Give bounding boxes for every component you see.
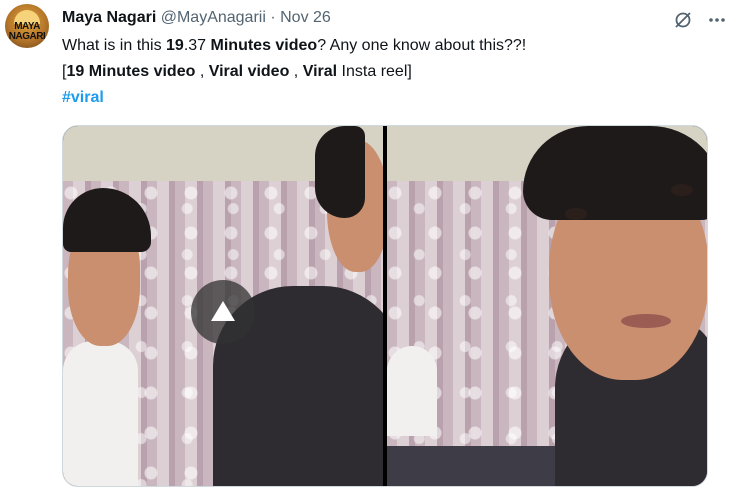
tweet-header: Maya Nagari @MayAnagarii · Nov 26 xyxy=(62,8,331,28)
person-eye-right xyxy=(671,184,693,196)
text-segment: Insta reel] xyxy=(337,63,412,80)
tweet-text-line3: #viral xyxy=(62,86,104,110)
text-bold-segment: Minutes video xyxy=(210,37,318,54)
tweet-date[interactable]: Nov 26 xyxy=(280,9,331,26)
image-thumbnail[interactable] xyxy=(387,126,707,486)
text-segment: What is in this xyxy=(62,37,167,54)
tweet-text-line1: What is in this 19.37 Minutes video? Any… xyxy=(62,34,526,58)
text-bold-segment: 19 Minutes video xyxy=(66,63,196,80)
text-segment: ? Any one know about this??! xyxy=(317,37,527,54)
person-left-shirt xyxy=(63,341,138,486)
separator-dot: · xyxy=(270,9,276,26)
text-segment: , xyxy=(289,63,303,80)
avatar[interactable]: MAYA NAGARI xyxy=(5,4,49,48)
grok-icon[interactable] xyxy=(672,9,694,31)
person-left-shirt xyxy=(387,346,437,436)
video-thumbnail[interactable] xyxy=(63,126,383,486)
tweet-actions xyxy=(672,9,728,31)
text-bold-segment: Viral xyxy=(302,63,338,80)
avatar-logo-text-line2: NAGARI xyxy=(8,31,46,42)
text-bold-segment: 19 xyxy=(166,37,184,54)
hashtag-link[interactable]: #viral xyxy=(62,89,104,106)
author-name[interactable]: Maya Nagari xyxy=(62,9,156,26)
person-eye-left xyxy=(565,208,587,220)
text-segment: , xyxy=(195,63,209,80)
text-segment: .37 xyxy=(183,37,211,54)
person-mouth xyxy=(621,314,671,328)
play-icon[interactable] xyxy=(191,280,255,344)
author-handle[interactable]: @MayAnagarii xyxy=(161,9,266,26)
play-triangle xyxy=(211,300,235,321)
text-bold-segment: Viral video xyxy=(208,63,290,80)
media-grid xyxy=(62,125,708,487)
person-right-hair xyxy=(315,126,365,218)
person-hair xyxy=(523,126,707,220)
more-icon[interactable] xyxy=(706,9,728,31)
tweet-text-line2: [19 Minutes video , Viral video , Viral … xyxy=(62,60,412,84)
